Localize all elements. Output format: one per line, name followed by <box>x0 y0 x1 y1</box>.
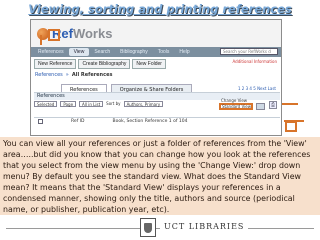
sort-select[interactable]: Authors, Primary <box>123 101 164 107</box>
search-input[interactable]: Search your RefWorks d <box>220 48 278 55</box>
breadcrumb-references[interactable]: References <box>35 72 63 78</box>
print-highlight <box>285 121 297 132</box>
scope-selected[interactable]: Selected <box>34 101 58 107</box>
breadcrumb-separator: » <box>65 72 69 78</box>
logo-text: RefWorks <box>52 26 113 41</box>
main-navbar: References View Search Bibliography Tool… <box>31 47 281 57</box>
slide-title: Viewing, sorting and printing references <box>28 2 292 16</box>
footer: UCT LIBRARIES <box>0 216 320 240</box>
create-bibliography-button[interactable]: Create Bibliography <box>78 59 131 69</box>
nav-view[interactable]: View <box>68 48 90 56</box>
new-reference-button[interactable]: New Reference <box>34 59 77 69</box>
nav-search[interactable]: Search <box>89 49 115 55</box>
pointer-line-view <box>40 35 42 45</box>
uct-crest-icon <box>140 218 156 237</box>
view-highlight <box>48 29 60 41</box>
view-go-button[interactable] <box>256 103 265 110</box>
row-checkbox[interactable] <box>38 119 43 124</box>
breadcrumb: References » All References <box>35 72 112 78</box>
additional-info-link[interactable]: Additional Information <box>232 59 277 64</box>
ref-type: Book, Section Reference 1 of 104 <box>112 119 188 124</box>
sort-label: Sort by <box>106 101 121 106</box>
new-folder-button[interactable]: New Folder <box>132 59 166 69</box>
nav-references[interactable]: References <box>33 49 69 55</box>
pager[interactable]: 1 2 3 4 5 Next Last <box>238 86 276 91</box>
scope-page[interactable]: Page <box>60 101 77 107</box>
print-icon[interactable]: ⎙ <box>269 101 277 109</box>
pointer-line-change-view <box>282 103 298 105</box>
nav-bibliography[interactable]: Bibliography <box>115 49 153 55</box>
slide-body-text: You can view all your references or just… <box>0 137 320 215</box>
nav-tools[interactable]: Tools <box>153 49 175 55</box>
reference-row: Ref ID Book, Section Reference 1 of 104 <box>34 117 280 126</box>
refworks-screenshot: RefWorks References View Search Bibliogr… <box>30 19 282 136</box>
nav-help[interactable]: Help <box>174 49 194 55</box>
footer-label: UCT LIBRARIES <box>160 222 249 231</box>
toolbar: New Reference Create Bibliography New Fo… <box>34 59 166 69</box>
ref-id-label: Ref ID <box>71 119 85 124</box>
breadcrumb-all-references: All References <box>71 72 113 78</box>
change-view-select[interactable]: Standard View <box>219 103 253 110</box>
scope-all-in-list[interactable]: All in List <box>79 101 104 107</box>
